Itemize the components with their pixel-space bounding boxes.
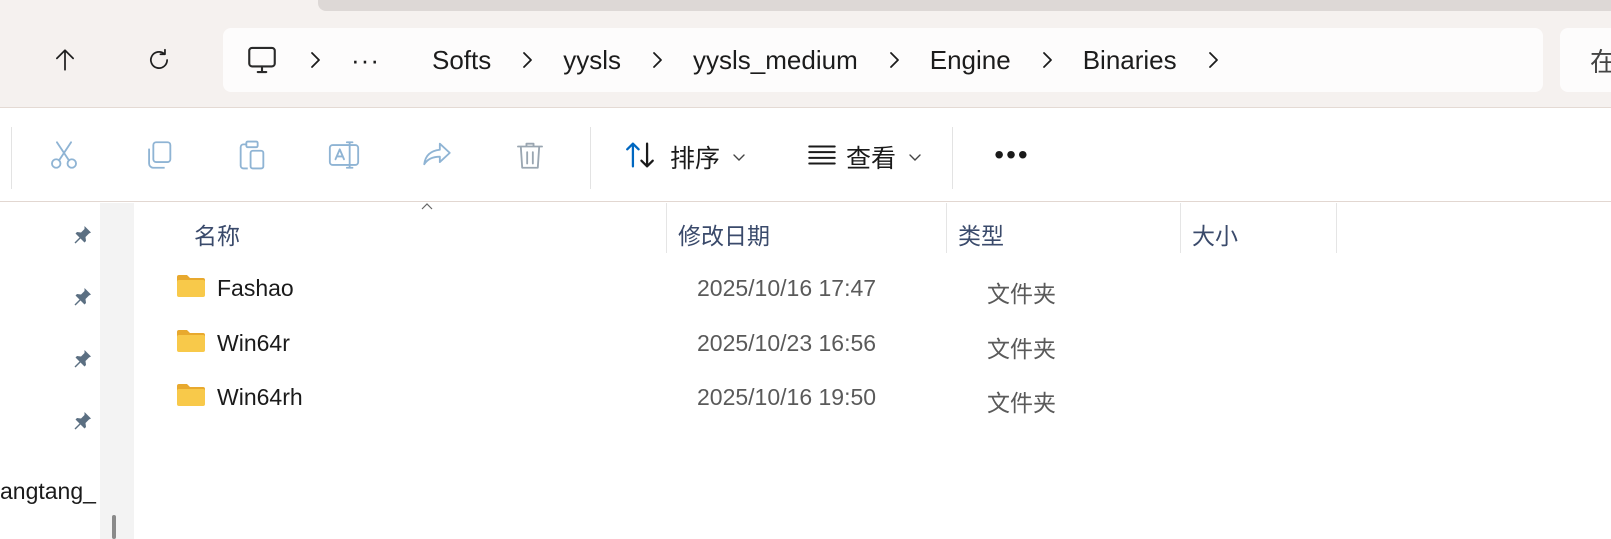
file-modified: 2025/10/16 19:50 (697, 384, 877, 410)
column-header-type[interactable]: 类型 (946, 211, 1180, 257)
chevron-right-icon[interactable] (521, 50, 535, 70)
file-type: 文件夹 (987, 281, 1056, 307)
sort-ascending-icon (421, 203, 433, 210)
list-view-icon (808, 145, 836, 165)
tab-strip (318, 0, 1611, 11)
paste-button[interactable] (230, 133, 274, 177)
sort-label: 排序 (670, 145, 721, 173)
search-placeholder: 在 (1590, 46, 1611, 77)
share-button[interactable] (415, 133, 459, 177)
refresh-button[interactable] (137, 38, 181, 82)
title-nav-bar: ··· Softs yysls yysls_medium Engine Bina… (0, 0, 1611, 108)
file-modified: 2025/10/16 17:47 (697, 275, 877, 301)
copy-icon (148, 141, 172, 169)
copy-button[interactable] (137, 133, 181, 177)
scrollbar-thumb[interactable] (112, 515, 116, 539)
file-row[interactable]: Win64r 2025/10/23 16:56 文件夹 (134, 318, 1611, 370)
file-name: Fashao (217, 275, 294, 301)
toolbar-divider (11, 127, 12, 189)
breadcrumb-overflow[interactable]: ··· (351, 45, 380, 76)
delete-icon (517, 142, 543, 169)
share-icon (423, 142, 451, 166)
folder-icon (177, 275, 205, 297)
folder-icon (177, 384, 205, 406)
file-name: Win64rh (217, 384, 303, 410)
cut-button[interactable] (42, 133, 86, 177)
search-input[interactable]: 在 (1560, 28, 1611, 92)
sort-icon (626, 142, 654, 168)
column-modified-label: 修改日期 (678, 223, 770, 249)
column-header-size[interactable]: 大小 (1180, 211, 1336, 257)
refresh-icon (150, 48, 168, 69)
computer-icon (248, 46, 276, 74)
column-header-modified[interactable]: 修改日期 (666, 211, 946, 257)
file-row[interactable]: Fashao 2025/10/16 17:47 文件夹 (134, 263, 1611, 315)
rename-button[interactable] (322, 133, 366, 177)
breadcrumb-item-softs[interactable]: Softs (432, 45, 491, 76)
chevron-down-icon (909, 154, 921, 161)
breadcrumb-item-yysls[interactable]: yysls (563, 45, 621, 76)
chevron-down-icon (733, 154, 745, 161)
chevron-right-icon[interactable] (651, 50, 665, 70)
up-button[interactable] (43, 38, 87, 82)
arrow-up-icon (56, 49, 74, 71)
rename-icon (328, 141, 360, 169)
pin-icon[interactable] (70, 223, 94, 247)
more-options-button[interactable]: ••• (990, 133, 1034, 177)
file-row[interactable]: Win64rh 2025/10/16 19:50 文件夹 (134, 372, 1611, 424)
chevron-right-icon[interactable] (1207, 50, 1221, 70)
view-icon-wrapper[interactable] (800, 133, 844, 177)
sort-icon-wrapper[interactable] (618, 133, 662, 177)
folder-icon (177, 330, 205, 352)
column-name-label: 名称 (194, 223, 240, 249)
column-size-label: 大小 (1192, 223, 1238, 249)
breadcrumb-item-binaries[interactable]: Binaries (1083, 45, 1177, 76)
chevron-right-icon[interactable] (888, 50, 902, 70)
breadcrumb-item-engine[interactable]: Engine (930, 45, 1011, 76)
file-modified: 2025/10/23 16:56 (697, 330, 877, 356)
view-label: 查看 (846, 145, 897, 173)
this-pc-crumb[interactable] (245, 43, 279, 77)
file-type: 文件夹 (987, 390, 1056, 416)
file-name: Win64r (217, 330, 290, 356)
command-bar: 排序 查看 ••• (0, 109, 1611, 202)
pin-icon[interactable] (70, 347, 94, 371)
pin-icon[interactable] (70, 409, 94, 433)
breadcrumb-item-yysls-medium[interactable]: yysls_medium (693, 45, 858, 76)
file-type: 文件夹 (987, 336, 1056, 362)
pin-icon[interactable] (70, 285, 94, 309)
toolbar-divider (590, 127, 591, 189)
paste-icon (239, 140, 265, 170)
cut-icon (51, 141, 77, 169)
sort-button[interactable]: 排序 (670, 139, 746, 175)
toolbar-divider (952, 127, 953, 189)
delete-button[interactable] (508, 133, 552, 177)
navigation-scrollbar[interactable] (100, 203, 134, 539)
column-divider[interactable] (1336, 203, 1337, 253)
more-icon: ••• (994, 139, 1030, 170)
view-button[interactable]: 查看 (846, 139, 922, 175)
address-bar[interactable]: ··· Softs yysls yysls_medium Engine Bina… (223, 28, 1543, 92)
column-header-name[interactable]: 名称 (182, 211, 666, 257)
column-type-label: 类型 (958, 223, 1004, 249)
chevron-right-icon[interactable] (1041, 50, 1055, 70)
file-list: 名称 修改日期 类型 大小 Fashao 2025/10/16 17:47 文件… (134, 203, 1611, 539)
nav-item-label[interactable]: angtang_ (0, 478, 100, 505)
chevron-right-icon[interactable] (309, 50, 323, 70)
